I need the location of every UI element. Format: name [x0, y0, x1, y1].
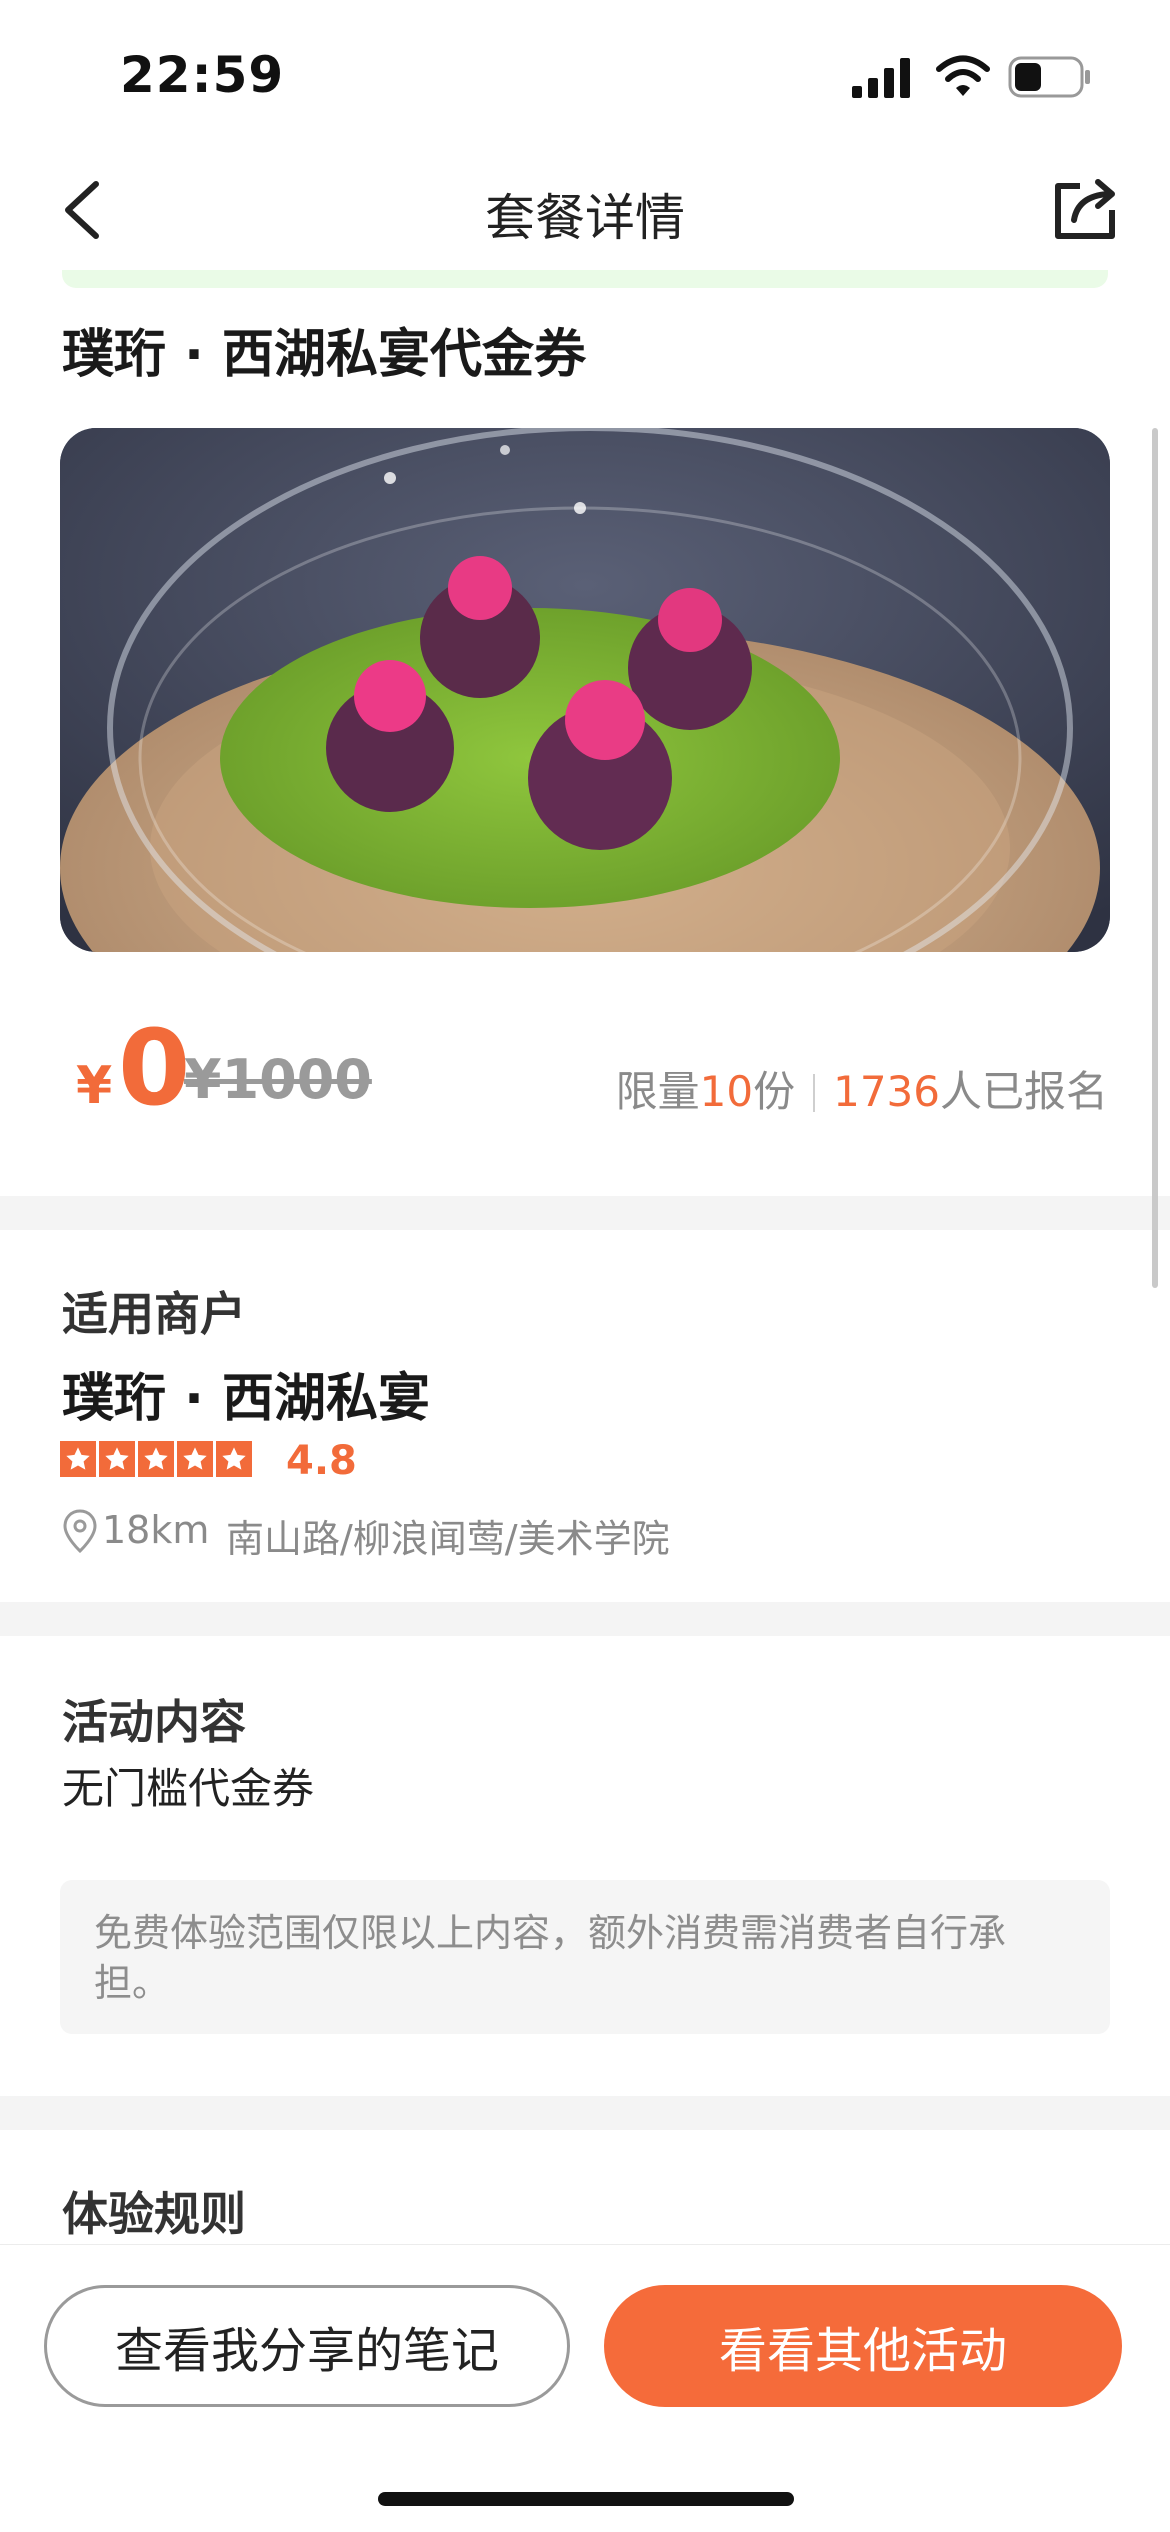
page-title: 套餐详情 [485, 189, 685, 247]
merchant-section-label: 适用商户 [62, 1287, 246, 1341]
location-pin-icon [63, 1509, 97, 1554]
star-icon [60, 1441, 96, 1477]
share-icon[interactable] [1050, 170, 1120, 242]
section-divider [0, 1602, 1170, 1636]
activity-content: 无门槛代金券 [62, 1764, 315, 1813]
star-icon [138, 1441, 174, 1477]
limit-suffix: 份 [753, 1067, 796, 1116]
signup-suffix: 人已报名 [939, 1067, 1108, 1116]
home-indicator[interactable] [378, 2492, 794, 2506]
signup-count: 1736 [833, 1067, 940, 1116]
nav-bar: 套餐详情 [0, 150, 1170, 270]
star-icon [177, 1441, 213, 1477]
star-icon [99, 1441, 135, 1477]
notice-box: 免费体验范围仅限以上内容，额外消费需消费者自行承担。 [60, 1880, 1110, 2034]
limit-count: 10 [699, 1067, 754, 1116]
price-value: 0 [118, 1007, 191, 1129]
banner-strip [62, 270, 1108, 288]
signup-stats: 限量10份 1736人已报名 [616, 1058, 1108, 1119]
package-title: 璞珩 · 西湖私宴代金券 [62, 325, 586, 385]
bottom-action-bar: 查看我分享的笔记 看看其他活动 [0, 2244, 1170, 2532]
star-icon [216, 1441, 252, 1477]
battery-icon [1008, 56, 1090, 98]
view-my-notes-button[interactable]: 查看我分享的笔记 [44, 2285, 570, 2407]
price-currency: ¥ [76, 1056, 113, 1116]
status-time: 22:59 [120, 46, 285, 104]
rating-score: 4.8 [286, 1438, 357, 1484]
scrollbar[interactable] [1152, 428, 1158, 1288]
merchant-name[interactable]: 璞珩 · 西湖私宴 [62, 1356, 430, 1431]
wifi-icon [936, 55, 990, 96]
rules-section-label: 体验规则 [62, 2187, 246, 2241]
package-photo [60, 428, 1110, 952]
merchant-address: 南山路/柳浪闻莺/美术学院 [226, 1517, 670, 1561]
view-other-activities-button[interactable]: 看看其他活动 [604, 2285, 1122, 2407]
limit-prefix: 限量 [615, 1067, 700, 1116]
rating-stars [60, 1441, 252, 1477]
price-row: ¥ 0 ¥1000 限量10份 1736人已报名 [0, 1000, 1170, 1170]
activity-section-label: 活动内容 [62, 1695, 246, 1749]
stats-divider [813, 1074, 816, 1112]
status-bar: 22:59 [0, 0, 1170, 150]
original-price: ¥1000 [184, 1048, 372, 1111]
signal-icon [852, 58, 910, 98]
section-divider [0, 2096, 1170, 2130]
section-divider [0, 1196, 1170, 1230]
merchant-distance: 18km [102, 1508, 210, 1552]
